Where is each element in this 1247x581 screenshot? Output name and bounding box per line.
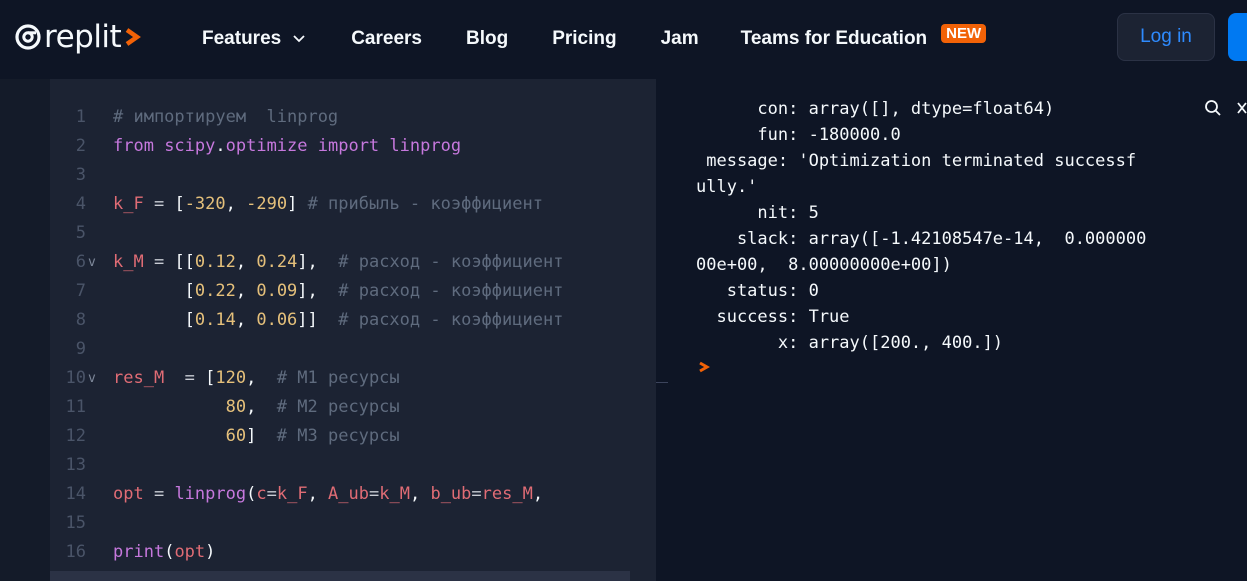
nav-teams-label: Teams for Education [740,28,928,49]
fold-toggle-icon[interactable]: v [88,248,96,277]
editor-gutter-bg [0,79,50,581]
code-text: 60] # M3 ресурсы [225,426,400,446]
nav-features-label: Features [202,28,282,49]
line-number: 4 [75,194,86,214]
nav-jam[interactable]: Jam [661,28,699,50]
line-number: 14 [65,484,86,504]
line-number: 2 [75,136,86,156]
code-line[interactable]: 14 opt = linprog(c=k_F, A_ub=k_M, b_ub=re… [50,480,656,509]
login-button[interactable]: Log in [1117,13,1215,61]
console-output-line: status: 0 [696,281,819,301]
prompt-chevron-icon [125,28,142,46]
code-line[interactable]: 16 print(opt) [50,538,656,567]
line-number: 7 [75,281,86,301]
console-output-line: x: array([200., 400.]) [696,333,1004,353]
code-text: [0.22, 0.09], # расход - коэффициент [184,281,564,301]
code-line[interactable]: 4 k_F = [-320, -290] # прибыль - коэффици… [50,190,656,219]
line-number: 3 [75,165,86,185]
code-line[interactable]: 8 [0.14, 0.06]] # расход - коэффициент [50,306,656,335]
nav-careers[interactable]: Careers [351,28,422,50]
nav-pricing[interactable]: Pricing [552,28,616,50]
line-number: 9 [75,339,86,359]
replit-logo[interactable]: replit [14,16,144,58]
line-number: 8 [75,310,86,330]
active-line-highlight [50,571,630,581]
console-output-line: 00e+00, 8.00000000e+00]) [696,255,952,275]
console-output-line: success: True [696,307,850,327]
code-line[interactable]: 15 [50,509,656,538]
code-line[interactable]: 2 from scipy.optimize import linprog [50,132,656,161]
line-number: 6 [75,252,86,272]
top-navbar: replit Features Careers Blog Pricing Jam… [0,0,1247,79]
line-number: 16 [65,542,86,562]
console-output-line: con: array([], dtype=float64) [696,99,1055,119]
code-text: from scipy.optimize import linprog [113,136,462,156]
console-output-line: slack: array([-1.42108547e-14, 0.000000 [696,229,1147,249]
console-output-line: ully.' [696,177,758,197]
code-text: res_M = [120, # M1 ресурсы [113,368,400,388]
console-output-line: message: 'Optimization terminated succes… [696,151,1137,171]
code-text: print(opt) [113,542,216,562]
line-number: 5 [75,223,86,243]
code-text: 80, # M2 ресурсы [225,397,400,417]
code-line[interactable]: 3 [50,161,656,190]
console-output-line: fun: -180000.0 [696,125,901,145]
console-output[interactable]: con: array([], dtype=float64) fun: -1800… [656,79,1247,581]
line-number: 1 [75,107,86,127]
nav-teams-for-education[interactable]: Teams for Education NEW [740,23,987,50]
console-output-line: nit: 5 [696,203,819,223]
code-line[interactable]: 5 [50,219,656,248]
line-number: 13 [65,455,86,475]
chevron-down-icon [293,35,305,43]
fold-toggle-icon[interactable]: v [88,364,96,393]
code-line[interactable]: 9 [50,335,656,364]
code-text: [0.14, 0.06]] # расход - коэффициент [184,310,564,330]
search-icon[interactable] [1204,99,1222,117]
code-line[interactable]: 11 80, # M2 ресурсы [50,393,656,422]
code-text: k_F = [-320, -290] # прибыль - коэффицие… [113,194,543,214]
code-line[interactable]: 13 [50,451,656,480]
nav-features[interactable]: Features [202,28,305,50]
nav-links: Features Careers Blog Pricing Jam Teams … [202,23,1030,54]
code-line[interactable]: 10 v res_M = [120, # M1 ресурсы [50,364,656,393]
line-number: 11 [65,397,86,417]
code-text: k_M = [[0.12, 0.24], # расход - коэффици… [113,252,564,272]
logo-wordmark: replit [44,18,122,55]
code-line[interactable]: 1 # импортируем linprog [50,103,656,132]
code-text: # импортируем linprog [113,107,339,127]
new-badge: NEW [941,23,987,43]
line-number: 15 [65,513,86,533]
divider [656,382,668,383]
code-line[interactable]: 12 60] # M3 ресурсы [50,422,656,451]
code-line[interactable]: 6 v k_M = [[0.12, 0.24], # расход - коэффи… [50,248,656,277]
line-number: 10 [65,368,86,388]
code-text: opt = linprog(c=k_F, A_ub=k_M, b_ub=res_… [113,484,544,504]
console-prompt-icon [699,361,710,373]
replit-logo-icon [15,24,41,50]
close-icon[interactable] [1236,101,1247,115]
code-editor[interactable]: 1 # импортируем linprog 2 from scipy.optimi… [50,79,656,581]
code-line[interactable]: 7 [0.22, 0.09], # расход - коэффициент [50,277,656,306]
signup-button[interactable] [1228,13,1247,61]
nav-blog[interactable]: Blog [466,28,508,50]
line-number: 12 [65,426,86,446]
